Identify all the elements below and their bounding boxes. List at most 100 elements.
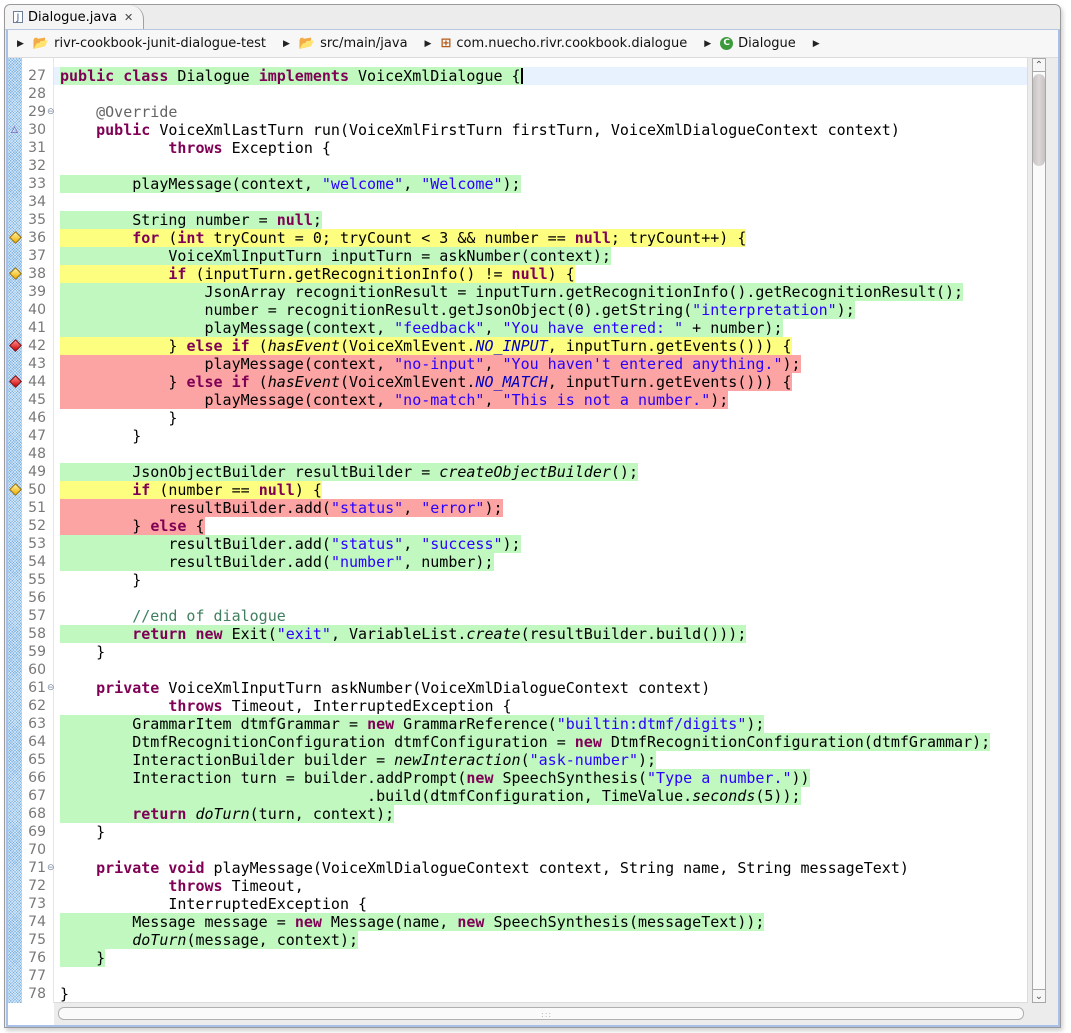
breadcrumb-arrow-icon[interactable]: ▶ bbox=[813, 39, 820, 49]
breadcrumb-class[interactable]: C Dialogue bbox=[720, 36, 796, 51]
code-line[interactable]: playMessage(context, "no-match", "This i… bbox=[60, 391, 729, 409]
line-number[interactable]: 33 bbox=[22, 175, 46, 193]
line-number[interactable]: 46 bbox=[22, 409, 46, 427]
code-line[interactable]: DtmfRecognitionConfiguration dtmfConfigu… bbox=[60, 733, 991, 751]
code-line[interactable]: } bbox=[60, 949, 106, 967]
code-line[interactable]: InterruptedException { bbox=[60, 895, 367, 913]
code-line[interactable]: if (number == null) { bbox=[60, 481, 322, 499]
code-line[interactable]: throws Timeout, bbox=[60, 877, 303, 895]
line-number[interactable]: 54 bbox=[22, 553, 46, 571]
code-line[interactable]: GrammarItem dtmfGrammar = new GrammarRef… bbox=[60, 715, 765, 733]
line-number[interactable]: 50 bbox=[22, 481, 46, 499]
line-number[interactable]: 35 bbox=[22, 211, 46, 229]
line-number[interactable]: 65 bbox=[22, 751, 46, 769]
tab-dialogue-java[interactable]: J Dialogue.java ✕ bbox=[5, 5, 144, 29]
line-number[interactable]: 60 bbox=[22, 661, 46, 679]
line-number[interactable]: 71 bbox=[22, 859, 46, 877]
line-number[interactable]: 37 bbox=[22, 247, 46, 265]
code-line[interactable]: playMessage(context, "no-input", "You ha… bbox=[60, 355, 801, 373]
code-line[interactable]: return doTurn(turn, context); bbox=[60, 805, 395, 823]
breadcrumb-project[interactable]: 📂 rivr-cookbook-junit-dialogue-test bbox=[33, 36, 266, 51]
vertical-scrollbar[interactable]: ⌃ ⌄ bbox=[1027, 58, 1058, 1003]
horizontal-scrollbar[interactable]: ::: bbox=[54, 1002, 1028, 1025]
line-number[interactable]: 41 bbox=[22, 319, 46, 337]
line-number[interactable]: 61 bbox=[22, 679, 46, 697]
line-number[interactable]: 56 bbox=[22, 589, 46, 607]
code-line[interactable]: } else if (hasEvent(VoiceXmlEvent.NO_MAT… bbox=[60, 373, 792, 391]
code-line[interactable]: } else if (hasEvent(VoiceXmlEvent.NO_INP… bbox=[60, 337, 792, 355]
line-number[interactable]: 34 bbox=[22, 193, 46, 211]
code-line[interactable]: playMessage(context, "feedback", "You ha… bbox=[60, 319, 783, 337]
line-number[interactable]: 67 bbox=[22, 787, 46, 805]
line-number[interactable]: 62 bbox=[22, 697, 46, 715]
code-line[interactable]: //end of dialogue bbox=[60, 607, 286, 625]
line-number[interactable]: 31 bbox=[22, 139, 46, 157]
code-line[interactable]: Interaction turn = builder.addPrompt(new… bbox=[60, 769, 810, 787]
line-number[interactable]: 27 bbox=[22, 67, 46, 85]
line-number[interactable]: 49 bbox=[22, 463, 46, 481]
close-icon[interactable]: ✕ bbox=[124, 11, 133, 24]
line-number[interactable]: 42 bbox=[22, 337, 46, 355]
code-line[interactable]: } bbox=[60, 985, 69, 1003]
line-number[interactable]: 47 bbox=[22, 427, 46, 445]
code-line[interactable]: private VoiceXmlInputTurn askNumber(Voic… bbox=[60, 679, 710, 697]
line-number[interactable]: 59 bbox=[22, 643, 46, 661]
code-line[interactable]: Message message = new Message(name, new … bbox=[60, 913, 765, 931]
line-number[interactable]: 77 bbox=[22, 967, 46, 985]
code-text-area[interactable]: public class Dialogue implements VoiceXm… bbox=[54, 58, 1028, 1003]
scroll-thumb[interactable] bbox=[1033, 74, 1045, 166]
scroll-up-icon[interactable]: ⌃ bbox=[1032, 58, 1046, 72]
code-line[interactable]: .build(dtmfConfiguration, TimeValue.seco… bbox=[60, 787, 801, 805]
line-number[interactable]: 68 bbox=[22, 805, 46, 823]
code-line[interactable]: resultBuilder.add("number", number); bbox=[60, 553, 494, 571]
code-line[interactable]: throws Exception { bbox=[60, 139, 331, 157]
code-line[interactable]: } bbox=[60, 643, 105, 661]
code-line[interactable]: } bbox=[60, 427, 141, 445]
line-number[interactable]: 73 bbox=[22, 895, 46, 913]
line-number[interactable]: 52 bbox=[22, 517, 46, 535]
line-number[interactable]: 53 bbox=[22, 535, 46, 553]
line-number[interactable]: 55 bbox=[22, 571, 46, 589]
line-number-ruler[interactable]: 27 28 29 ⊖ 30 △ 31 32 33 34 35 36 37 38 39 40 41 42 43 44 45… bbox=[9, 58, 55, 1003]
line-number[interactable]: 39 bbox=[22, 283, 46, 301]
code-line[interactable]: JsonArray recognitionResult = inputTurn.… bbox=[60, 283, 964, 301]
breadcrumb-arrow-icon[interactable]: ▶ bbox=[283, 39, 290, 49]
code-line[interactable]: String number = null; bbox=[60, 211, 322, 229]
line-number[interactable]: 74 bbox=[22, 913, 46, 931]
line-number[interactable]: 45 bbox=[22, 391, 46, 409]
code-line[interactable]: throws Timeout, InterruptedException { bbox=[60, 697, 511, 715]
line-number[interactable]: 29 bbox=[22, 103, 46, 121]
line-number[interactable]: 78 bbox=[22, 985, 46, 1003]
horizontal-scroll-thumb[interactable]: ::: bbox=[58, 1007, 1024, 1020]
code-line[interactable]: resultBuilder.add("status", "success"); bbox=[60, 535, 521, 553]
code-line[interactable]: } bbox=[60, 823, 105, 841]
code-line[interactable]: JsonObjectBuilder resultBuilder = create… bbox=[60, 463, 638, 481]
code-line[interactable]: InteractionBuilder builder = newInteract… bbox=[60, 751, 657, 769]
line-number[interactable]: 32 bbox=[22, 157, 46, 175]
code-line[interactable]: VoiceXmlInputTurn inputTurn = askNumber(… bbox=[60, 247, 611, 265]
line-number[interactable]: 40 bbox=[22, 301, 46, 319]
coverage-overview-ruler[interactable] bbox=[8, 58, 22, 1003]
line-number[interactable]: 30 bbox=[22, 121, 46, 139]
code-line[interactable]: @Override bbox=[60, 103, 177, 121]
code-line[interactable]: doTurn(message, context); bbox=[60, 931, 359, 949]
line-number[interactable]: 75 bbox=[22, 931, 46, 949]
line-number[interactable]: 76 bbox=[22, 949, 46, 967]
breadcrumb-arrow-icon[interactable]: ▶ bbox=[17, 39, 24, 49]
line-number[interactable]: 44 bbox=[22, 373, 46, 391]
code-line[interactable]: number = recognitionResult.getJsonObject… bbox=[60, 301, 855, 319]
line-number[interactable]: 28 bbox=[22, 85, 46, 103]
line-number[interactable]: 63 bbox=[22, 715, 46, 733]
line-number[interactable]: 38 bbox=[22, 265, 46, 283]
code-line[interactable]: public class Dialogue implements VoiceXm… bbox=[60, 67, 523, 85]
line-number[interactable]: 51 bbox=[22, 499, 46, 517]
breadcrumb-source-folder[interactable]: 📂 src/main/java bbox=[299, 36, 408, 51]
breadcrumb-arrow-icon[interactable]: ▶ bbox=[704, 39, 711, 49]
line-number[interactable]: 58 bbox=[22, 625, 46, 643]
code-line[interactable]: playMessage(context, "welcome", "Welcome… bbox=[60, 175, 521, 193]
breadcrumb-arrow-icon[interactable]: ▶ bbox=[425, 39, 432, 49]
line-number[interactable]: 64 bbox=[22, 733, 46, 751]
line-number[interactable]: 57 bbox=[22, 607, 46, 625]
code-line[interactable]: for (int tryCount = 0; tryCount < 3 && n… bbox=[60, 229, 747, 247]
scroll-down-icon[interactable]: ⌄ bbox=[1032, 989, 1046, 1003]
